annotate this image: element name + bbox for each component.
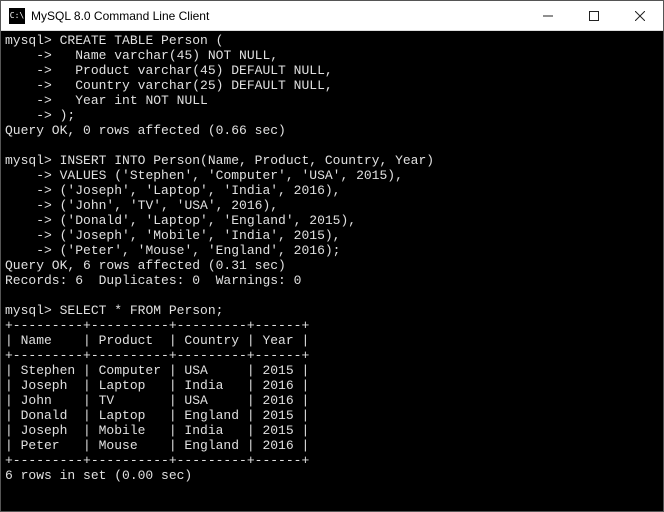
sql-values: ('Joseph', 'Mobile', 'India', 2015),	[60, 228, 341, 243]
cont-prompt: ->	[5, 93, 52, 108]
cont-prompt: ->	[5, 63, 52, 78]
cont-prompt: ->	[5, 243, 52, 258]
window-title: MySQL 8.0 Command Line Client	[31, 9, 525, 23]
cont-prompt: ->	[5, 183, 52, 198]
cont-prompt: ->	[5, 78, 52, 93]
sql-col: Product varchar(45) DEFAULT NULL,	[60, 63, 333, 78]
sql-close: );	[60, 108, 76, 123]
minimize-icon	[543, 11, 553, 21]
cont-prompt: ->	[5, 198, 52, 213]
table-sep: +---------+----------+---------+------+	[5, 348, 309, 363]
query-result: Records: 6 Duplicates: 0 Warnings: 0	[5, 273, 301, 288]
table-row: | Joseph | Laptop | India | 2016 |	[5, 378, 309, 393]
close-button[interactable]	[617, 1, 663, 30]
cont-prompt: ->	[5, 228, 52, 243]
app-icon: C:\	[9, 8, 25, 24]
sql-values: ('Peter', 'Mouse', 'England', 2016);	[60, 243, 341, 258]
table-sep: +---------+----------+---------+------+	[5, 453, 309, 468]
prompt: mysql>	[5, 303, 52, 318]
sql-values: ('Donald', 'Laptop', 'England', 2015),	[60, 213, 356, 228]
query-result: Query OK, 0 rows affected (0.66 sec)	[5, 123, 286, 138]
table-sep: +---------+----------+---------+------+	[5, 318, 309, 333]
table-row: | John | TV | USA | 2016 |	[5, 393, 309, 408]
cont-prompt: ->	[5, 108, 52, 123]
sql-create: CREATE TABLE Person (	[60, 33, 224, 48]
table-row: | Peter | Mouse | England | 2016 |	[5, 438, 309, 453]
cont-prompt: ->	[5, 48, 52, 63]
table-row: | Stephen | Computer | USA | 2015 |	[5, 363, 309, 378]
sql-col: Name varchar(45) NOT NULL,	[60, 48, 278, 63]
table-header: | Name | Product | Country | Year |	[5, 333, 309, 348]
prompt: mysql>	[5, 153, 52, 168]
close-icon	[635, 11, 645, 21]
terminal-output[interactable]: mysql> CREATE TABLE Person ( -> Name var…	[1, 31, 663, 511]
cont-prompt: ->	[5, 168, 52, 183]
minimize-button[interactable]	[525, 1, 571, 30]
query-result: Query OK, 6 rows affected (0.31 sec)	[5, 258, 286, 273]
table-row: | Donald | Laptop | England | 2015 |	[5, 408, 309, 423]
sql-col: Country varchar(25) DEFAULT NULL,	[60, 78, 333, 93]
app-window: C:\ MySQL 8.0 Command Line Client mysql>…	[0, 0, 664, 512]
maximize-icon	[589, 11, 599, 21]
cont-prompt: ->	[5, 213, 52, 228]
sql-values: VALUES ('Stephen', 'Computer', 'USA', 20…	[60, 168, 403, 183]
titlebar[interactable]: C:\ MySQL 8.0 Command Line Client	[1, 1, 663, 31]
sql-values: ('Joseph', 'Laptop', 'India', 2016),	[60, 183, 341, 198]
sql-col: Year int NOT NULL	[60, 93, 208, 108]
sql-select: SELECT * FROM Person;	[60, 303, 224, 318]
query-result: 6 rows in set (0.00 sec)	[5, 468, 192, 483]
window-controls	[525, 1, 663, 30]
table-row: | Joseph | Mobile | India | 2015 |	[5, 423, 309, 438]
sql-insert: INSERT INTO Person(Name, Product, Countr…	[60, 153, 434, 168]
maximize-button[interactable]	[571, 1, 617, 30]
prompt: mysql>	[5, 33, 52, 48]
sql-values: ('John', 'TV', 'USA', 2016),	[60, 198, 278, 213]
